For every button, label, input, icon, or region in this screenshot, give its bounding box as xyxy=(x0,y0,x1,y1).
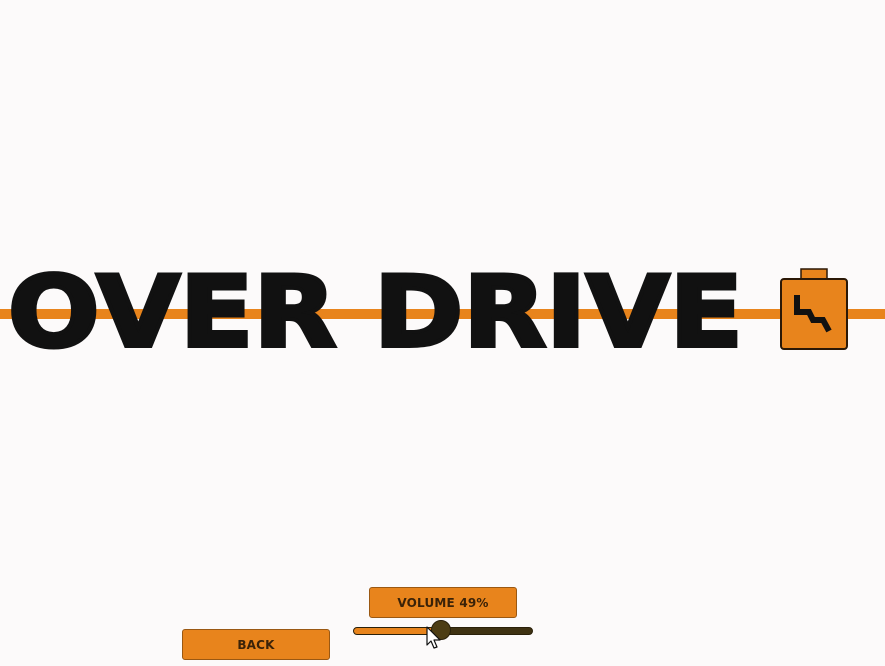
back-label: BACK xyxy=(237,637,275,652)
back-button[interactable]: BACK xyxy=(182,629,330,660)
volume-slider[interactable] xyxy=(353,619,533,641)
volume-button[interactable]: VOLUME 49% xyxy=(369,587,517,618)
game-title: OVER DRIVE xyxy=(8,256,745,366)
volume-label: VOLUME 49% xyxy=(397,595,489,610)
mouse-pointer-icon xyxy=(426,626,441,649)
game-title-text: OVER DRIVE xyxy=(8,256,743,366)
battery-bolt-icon xyxy=(780,268,848,350)
